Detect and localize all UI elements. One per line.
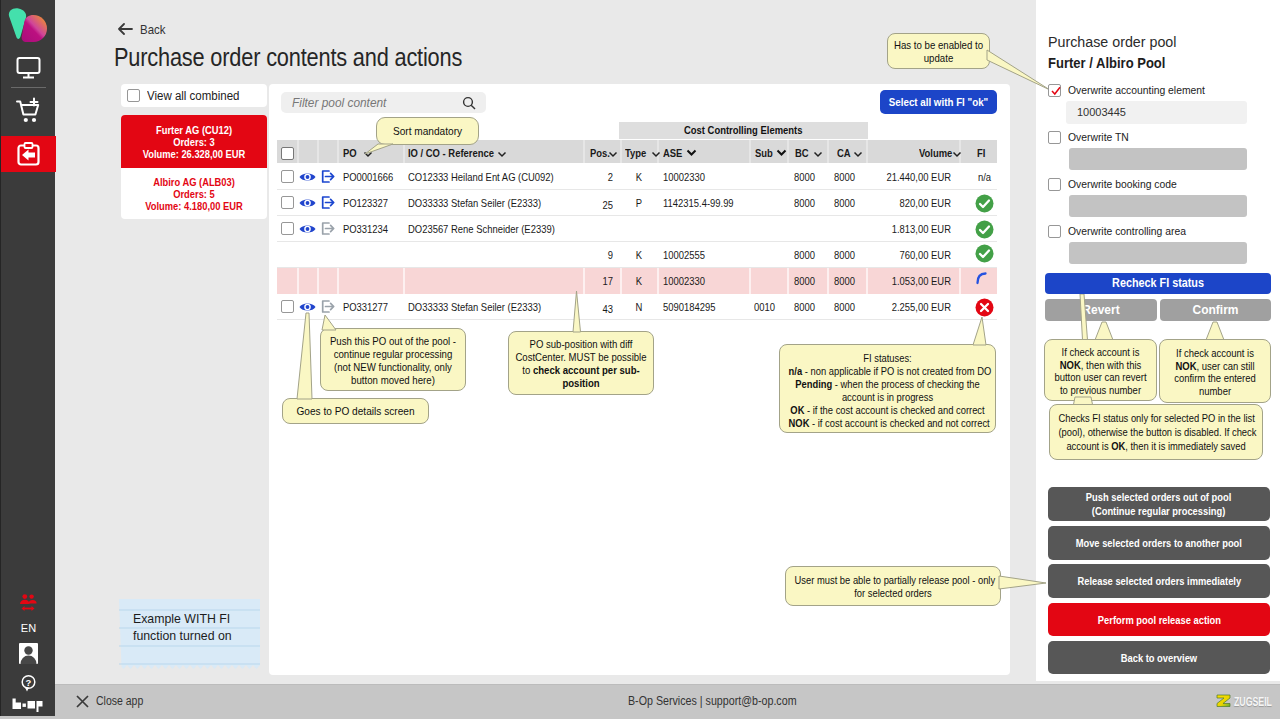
svg-text:?: ? xyxy=(26,677,32,688)
svg-text:Example WITH FI: Example WITH FI xyxy=(133,612,230,626)
svg-text:function turned on: function turned on xyxy=(133,629,232,643)
